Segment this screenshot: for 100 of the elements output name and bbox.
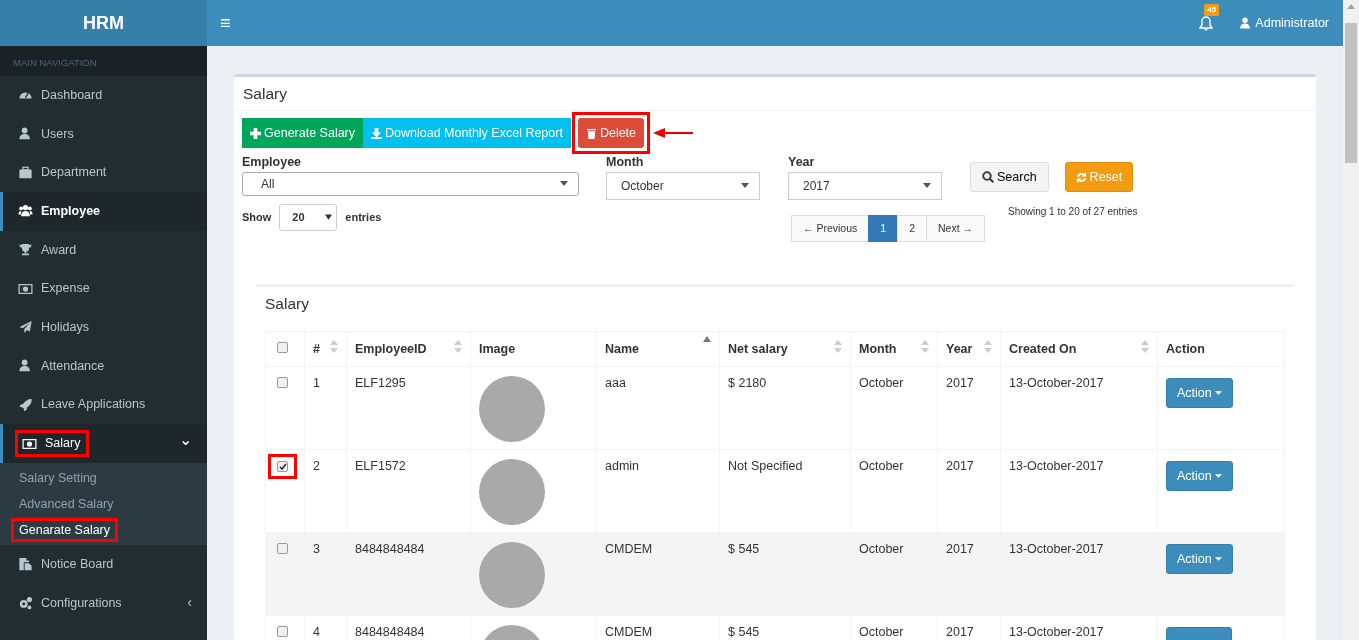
- briefcase-icon: [18, 165, 33, 180]
- table-cell: ELF1572: [355, 459, 406, 473]
- table-cell: $ 545: [728, 542, 760, 556]
- app-logo[interactable]: HRM: [0, 0, 207, 46]
- checkbox[interactable]: [277, 377, 288, 388]
- table-cell: 13-October-2017: [1009, 542, 1104, 556]
- caret-icon: ⌄: [179, 427, 192, 452]
- dropdown-caret-icon: [560, 181, 568, 187]
- download-icon: [371, 127, 383, 139]
- sidebar-item[interactable]: Leave Applications: [0, 385, 207, 425]
- table-cell: Not Specified: [728, 459, 803, 473]
- money-icon: [22, 436, 37, 451]
- trash-icon: [585, 127, 597, 139]
- plus-icon: [250, 127, 261, 139]
- menu-toggle[interactable]: ≡: [220, 9, 231, 37]
- table-cell: 2: [313, 459, 320, 473]
- table-cell: $ 2180: [728, 376, 767, 390]
- table-cell: 13-October-2017: [1009, 625, 1104, 639]
- sidebar-item[interactable]: Notice Board: [0, 544, 207, 584]
- money-icon: [18, 281, 33, 296]
- dropdown-caret-icon: [923, 183, 931, 189]
- sidebar-item[interactable]: Department: [0, 153, 207, 193]
- rocket-icon: [18, 397, 33, 412]
- user-menu[interactable]: Administrator: [1255, 13, 1329, 33]
- table-cell: admin: [605, 459, 640, 473]
- checkbox[interactable]: [277, 626, 288, 637]
- pagination-link[interactable]: 1: [868, 215, 899, 242]
- column-header[interactable]: Month: [859, 341, 897, 356]
- length-label: entries: [345, 210, 382, 226]
- sidebar-item[interactable]: Expense: [0, 269, 207, 309]
- action-dropdown-button[interactable]: Action: [1166, 378, 1233, 408]
- caret-icon: [1214, 557, 1222, 561]
- submenu-item[interactable]: Genarate Salary: [0, 516, 207, 543]
- scroll-up-icon[interactable]: [1347, 4, 1355, 9]
- entries-info: Showing 1 to 20 of 27 entries: [1008, 205, 1138, 219]
- select-field[interactable]: October: [606, 172, 760, 200]
- table-cell: October: [859, 542, 904, 556]
- length-label: Show: [242, 210, 272, 226]
- checkbox[interactable]: [277, 342, 288, 354]
- table-cell: October: [859, 459, 904, 473]
- column-header[interactable]: Year: [946, 341, 973, 356]
- sidebar-item[interactable]: Users: [0, 114, 207, 154]
- sidebar-item[interactable]: Salary ⌄: [0, 424, 207, 463]
- sidebar-item[interactable]: Attendance: [0, 346, 207, 386]
- select-field[interactable]: All: [242, 172, 579, 196]
- column-header[interactable]: Net salary: [728, 341, 788, 356]
- column-header[interactable]: Name: [605, 341, 640, 356]
- table-cell: October: [859, 376, 904, 390]
- sidebar-item[interactable]: Award: [0, 230, 207, 270]
- search-button[interactable]: Search: [970, 162, 1049, 193]
- action-dropdown-button[interactable]: Action: [1166, 544, 1233, 574]
- caret-icon: [1214, 391, 1222, 395]
- documents-icon: [18, 557, 33, 572]
- column-header[interactable]: Created On: [1009, 341, 1077, 356]
- column-header[interactable]: #: [313, 341, 320, 356]
- table-cell: 1: [313, 376, 320, 390]
- table-cell: CMDEM: [605, 542, 653, 556]
- table-cell: 3: [313, 542, 320, 556]
- caret-icon: ‹: [187, 592, 192, 614]
- field-label: Year: [788, 154, 816, 172]
- scrollbar-thumb[interactable]: [1345, 23, 1357, 163]
- user-icon: [18, 359, 33, 374]
- paper-plane-icon: [18, 320, 33, 335]
- sidebar-item[interactable]: Employee: [0, 192, 207, 231]
- table-cell: 2017: [946, 459, 974, 473]
- checkbox[interactable]: [277, 461, 288, 472]
- table-cell: 2017: [946, 376, 974, 390]
- sidebar-item[interactable]: Holidays: [0, 308, 207, 347]
- table-cell: 2017: [946, 625, 974, 639]
- submenu-item[interactable]: Salary Setting: [0, 464, 207, 491]
- table-cell: 8484848484: [355, 542, 425, 556]
- gears-icon: [18, 595, 33, 610]
- dropdown-caret-icon: [325, 214, 333, 221]
- pagination-link[interactable]: ← Previous: [791, 215, 870, 242]
- column-header[interactable]: Image: [479, 341, 516, 356]
- table-cell: 2017: [946, 542, 974, 556]
- page-length-select[interactable]: 20: [279, 204, 338, 231]
- sidebar-item[interactable]: Configurations ‹: [0, 583, 207, 623]
- submenu-item[interactable]: Advanced Salary: [0, 490, 207, 517]
- column-header[interactable]: Action: [1166, 341, 1205, 356]
- table-cell: 13-October-2017: [1009, 376, 1104, 390]
- user-icon: [1239, 16, 1252, 30]
- field-label: Month: [606, 154, 645, 172]
- pagination-link[interactable]: 2: [897, 215, 927, 242]
- refresh-icon: [1075, 171, 1087, 183]
- table-cell: 8484848484: [355, 625, 425, 639]
- delete-button[interactable]: Delete: [577, 118, 645, 149]
- bell-icon: [1199, 15, 1214, 31]
- search-icon: [982, 171, 994, 184]
- annotation-arrow: [653, 128, 694, 139]
- action-dropdown-button[interactable]: Action: [1166, 461, 1233, 491]
- table-cell: ELF1295: [355, 376, 406, 390]
- table-cell: 4: [313, 625, 320, 639]
- pagination-link[interactable]: Next →: [925, 215, 985, 242]
- panel-title: Salary: [234, 77, 1316, 112]
- checkbox[interactable]: [277, 543, 288, 554]
- notification-badge: 45: [1204, 3, 1220, 16]
- select-field[interactable]: 2017: [788, 172, 942, 200]
- sidebar-item[interactable]: Dashboard: [0, 76, 207, 115]
- table-cell: CMDEM: [605, 625, 653, 639]
